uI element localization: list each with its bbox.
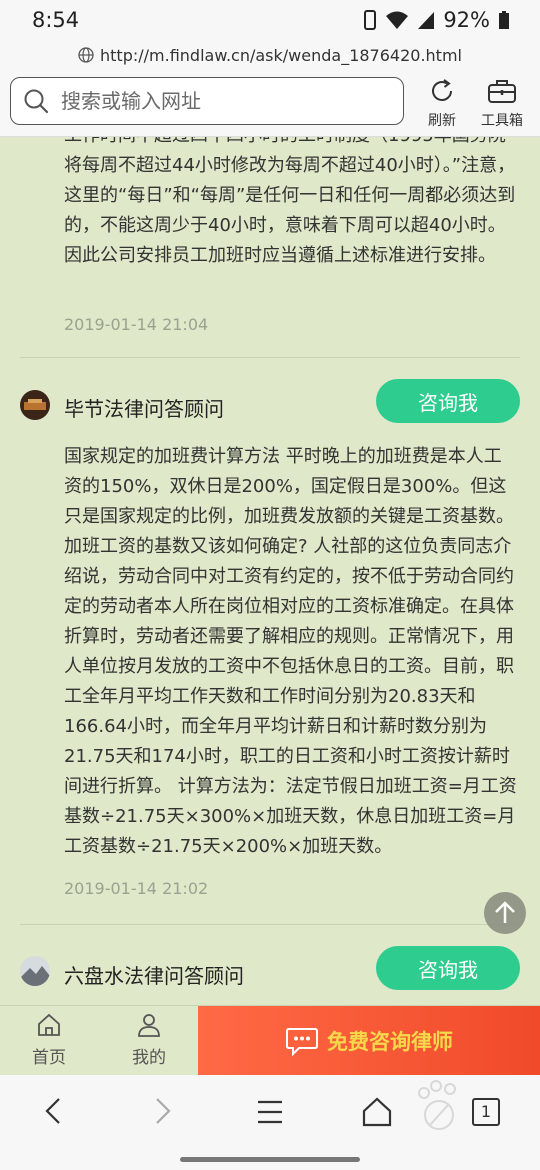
divider [20, 924, 520, 925]
free-consult-button[interactable]: 免费咨询律师 [198, 1006, 540, 1076]
avatar[interactable] [20, 390, 50, 420]
paw-icon [418, 1080, 456, 1130]
tab-count: 1 [480, 1102, 492, 1121]
refresh-button[interactable]: 刷新 [412, 78, 472, 130]
answer-list: 工作时间不超过四十四小时的工时制度（1995年国务院将每周不超过44小时修改为每… [0, 137, 540, 1005]
lawyer-name[interactable]: 六盘水法律问答顾问 [64, 960, 244, 989]
browser-bottom-bar: 1 [0, 1075, 540, 1170]
home-icon [38, 1013, 60, 1036]
url-display[interactable]: http://m.findlaw.cn/ask/wenda_1876420.ht… [0, 40, 540, 70]
url-text: http://m.findlaw.cn/ask/wenda_1876420.ht… [100, 45, 462, 65]
consult-button[interactable]: 咨询我 [376, 946, 520, 990]
back-icon[interactable] [40, 1097, 68, 1125]
answer-date: 2019-01-14 21:04 [64, 315, 209, 334]
user-icon [138, 1014, 160, 1037]
status-icons: 92% [363, 8, 510, 32]
toolbox-icon [488, 80, 516, 103]
home-indicator[interactable] [180, 1157, 360, 1162]
nav-home[interactable]: 首页 [14, 1012, 84, 1068]
search-icon [24, 89, 49, 114]
consult-button[interactable]: 咨询我 [376, 379, 520, 423]
browser-toolbar: 刷新 工具箱 [0, 70, 540, 137]
forward-icon[interactable] [148, 1097, 176, 1125]
nav-home-label: 首页 [32, 1048, 66, 1068]
globe-icon [78, 47, 94, 63]
chat-icon [286, 1028, 318, 1056]
search-box[interactable] [10, 77, 404, 125]
divider [20, 357, 520, 358]
refresh-icon [432, 79, 452, 101]
tabs-button[interactable]: 1 [472, 1098, 500, 1126]
home-page-icon[interactable] [362, 1097, 392, 1127]
status-time: 8:54 [32, 8, 80, 32]
battery-icon [499, 11, 509, 29]
answer-text: 工作时间不超过四十四小时的工时制度（1995年国务院将每周不超过44小时修改为每… [64, 137, 516, 266]
wifi-icon [386, 11, 409, 29]
cta-label: 免费咨询律师 [327, 1030, 453, 1054]
lawyer-name[interactable]: 毕节法律问答顾问 [64, 393, 224, 422]
site-bottom-nav: 首页 我的 免费咨询律师 [0, 1005, 540, 1076]
signal-icon [418, 12, 435, 29]
refresh-label: 刷新 [428, 113, 456, 129]
nav-mine-label: 我的 [132, 1048, 166, 1068]
search-input[interactable] [59, 88, 383, 114]
arrow-up-icon [495, 901, 515, 923]
menu-icon[interactable] [256, 1099, 284, 1125]
avatar[interactable] [20, 956, 50, 986]
toolbox-label: 工具箱 [481, 113, 523, 129]
answer-date: 2019-01-14 21:02 [64, 879, 209, 898]
answer-text: 国家规定的加班费计算方法 平时晚上的加班费是本人工资的150%，双休日是200%… [64, 446, 517, 857]
nav-mine[interactable]: 我的 [114, 1012, 184, 1068]
scroll-top-button[interactable] [484, 892, 526, 934]
battery-percent: 92% [443, 8, 490, 32]
toolbox-button[interactable]: 工具箱 [472, 78, 532, 130]
status-bar: 8:54 92% [0, 0, 540, 40]
vibrate-icon [364, 10, 377, 30]
